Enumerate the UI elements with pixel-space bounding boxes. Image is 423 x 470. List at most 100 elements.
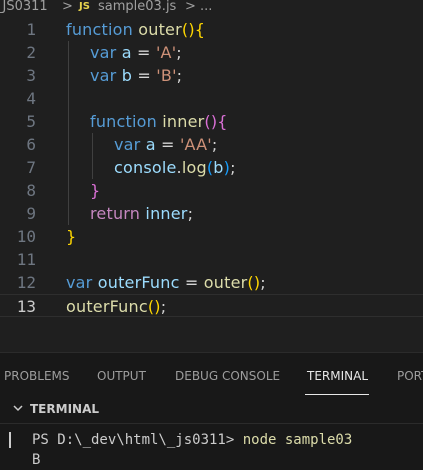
line-number: 12 [16, 273, 36, 292]
code-token: a [145, 135, 156, 154]
code-line[interactable]: 12 var outerFunc = outer(); [0, 271, 423, 294]
tab-problems[interactable]: PROBLEMS [4, 369, 70, 383]
code-token: } [90, 181, 101, 200]
js-file-icon: JS [79, 1, 90, 12]
breadcrumb-folder[interactable]: _JS0311 [0, 0, 48, 14]
breadcrumb-file[interactable]: sample03.js [98, 0, 176, 14]
code-token: ; [211, 135, 218, 154]
code-text: } [90, 179, 100, 202]
breadcrumb-more[interactable]: ... [200, 0, 212, 14]
code-token: } [66, 227, 77, 246]
code-text: function inner(){ [90, 110, 228, 133]
code-token: inner [145, 204, 188, 223]
code-line[interactable]: 7 console.log(b); [0, 156, 423, 179]
code-editor[interactable]: 1 function outer(){2 var a = 'A'; 3 var b = … [0, 18, 423, 350]
code-token: var [90, 43, 122, 62]
code-token: outer [138, 20, 182, 39]
breadcrumb-separator: > [185, 0, 196, 14]
code-token: var [66, 273, 98, 292]
line-number: 7 [26, 158, 36, 177]
line-number: 11 [16, 250, 36, 269]
code-token: () [181, 20, 195, 39]
terminal-cursor-marker [9, 432, 11, 448]
line-number: 9 [26, 204, 36, 223]
section-title: TERMINAL [30, 402, 100, 416]
code-text: } [66, 225, 76, 248]
code-token: b [213, 158, 224, 177]
terminal-command: node sample03 [242, 432, 353, 448]
terminal-output-line: B [32, 452, 41, 468]
code-text: console.log(b); [114, 156, 236, 179]
code-token: function [90, 112, 163, 131]
code-line[interactable]: 1 function outer(){ [0, 18, 423, 41]
code-token: console [114, 158, 177, 177]
code-token: () [147, 297, 161, 316]
code-token: () [247, 273, 261, 292]
code-text: function outer(){ [66, 18, 205, 41]
line-number: 3 [26, 66, 36, 85]
code-token: 'AA' [179, 135, 212, 154]
code-token: return [90, 204, 146, 223]
line-number: 6 [26, 135, 36, 154]
code-token: ; [230, 158, 236, 177]
code-line[interactable]: 10} [0, 225, 423, 248]
code-token: 'A' [155, 43, 177, 62]
code-line[interactable]: 6 var a = 'AA'; [0, 133, 423, 156]
code-line[interactable]: 3 var b = 'B'; [0, 64, 423, 87]
code-token: log [181, 158, 207, 177]
code-token: ; [260, 273, 266, 292]
line-number: 10 [16, 227, 36, 246]
active-tab-indicator [305, 394, 369, 395]
code-token: ; [176, 43, 182, 62]
code-line[interactable]: 9 return inner; [0, 202, 423, 225]
code-text: var outerFunc = outer(); [66, 271, 266, 294]
breadcrumb: _JS0311 > JS sample03.js > ... [0, 0, 423, 16]
code-token: = [131, 43, 156, 62]
code-token: outerFunc [97, 273, 180, 292]
code-line[interactable]: 13 outerFunc(); [0, 294, 423, 317]
code-text: return inner; [90, 202, 193, 225]
code-token: outer [203, 273, 248, 292]
chevron-down-icon[interactable] [12, 402, 24, 414]
code-token: { [217, 112, 228, 131]
tab-debug-console[interactable]: DEBUG CONSOLE [175, 369, 280, 383]
tab-ports[interactable]: PORTS [397, 369, 423, 383]
code-token: b [121, 66, 133, 85]
code-token: ; [176, 66, 183, 85]
line-number: 4 [26, 89, 36, 108]
code-token: ; [160, 297, 167, 316]
code-line[interactable]: 8} [0, 179, 423, 202]
code-token: 'B' [156, 66, 177, 85]
code-token: { [194, 20, 206, 39]
terminal-command-line: PS D:\_dev\html\_js0311> node sample03 [32, 432, 352, 448]
code-token: = [179, 273, 204, 292]
code-token: var [90, 66, 122, 85]
panel-tab-bar: PROBLEMS OUTPUT DEBUG CONSOLE TERMINAL P… [0, 353, 423, 397]
code-text: var b = 'B'; [90, 64, 182, 87]
code-token: a [121, 43, 132, 62]
code-token: outerFunc [66, 297, 148, 316]
line-number: 5 [26, 112, 36, 131]
code-line[interactable]: 4 [0, 87, 423, 110]
code-token: function [66, 20, 139, 39]
code-text: var a = 'A'; [90, 41, 182, 64]
line-number: 1 [26, 20, 36, 39]
terminal-output[interactable]: PS D:\_dev\html\_js0311> node sample03 B [0, 423, 423, 470]
line-number: 13 [16, 297, 36, 316]
code-token: = [155, 135, 180, 154]
code-token: inner [162, 112, 205, 131]
code-line[interactable]: 2 var a = 'A'; [0, 41, 423, 64]
code-token: ; [187, 204, 194, 223]
breadcrumb-separator: > [62, 0, 73, 14]
tab-output[interactable]: OUTPUT [97, 369, 146, 383]
code-token: = [132, 66, 157, 85]
code-token: () [204, 112, 218, 131]
code-line[interactable]: 5 function inner(){ [0, 110, 423, 133]
code-text: var a = 'AA'; [114, 133, 217, 156]
line-number: 2 [26, 43, 36, 62]
terminal-section-header[interactable]: TERMINAL [0, 397, 423, 423]
code-line[interactable]: 11 [0, 248, 423, 271]
terminal-prompt: PS D:\_dev\html\_js0311> [32, 432, 243, 448]
code-token: var [114, 135, 146, 154]
tab-terminal[interactable]: TERMINAL [307, 369, 368, 383]
